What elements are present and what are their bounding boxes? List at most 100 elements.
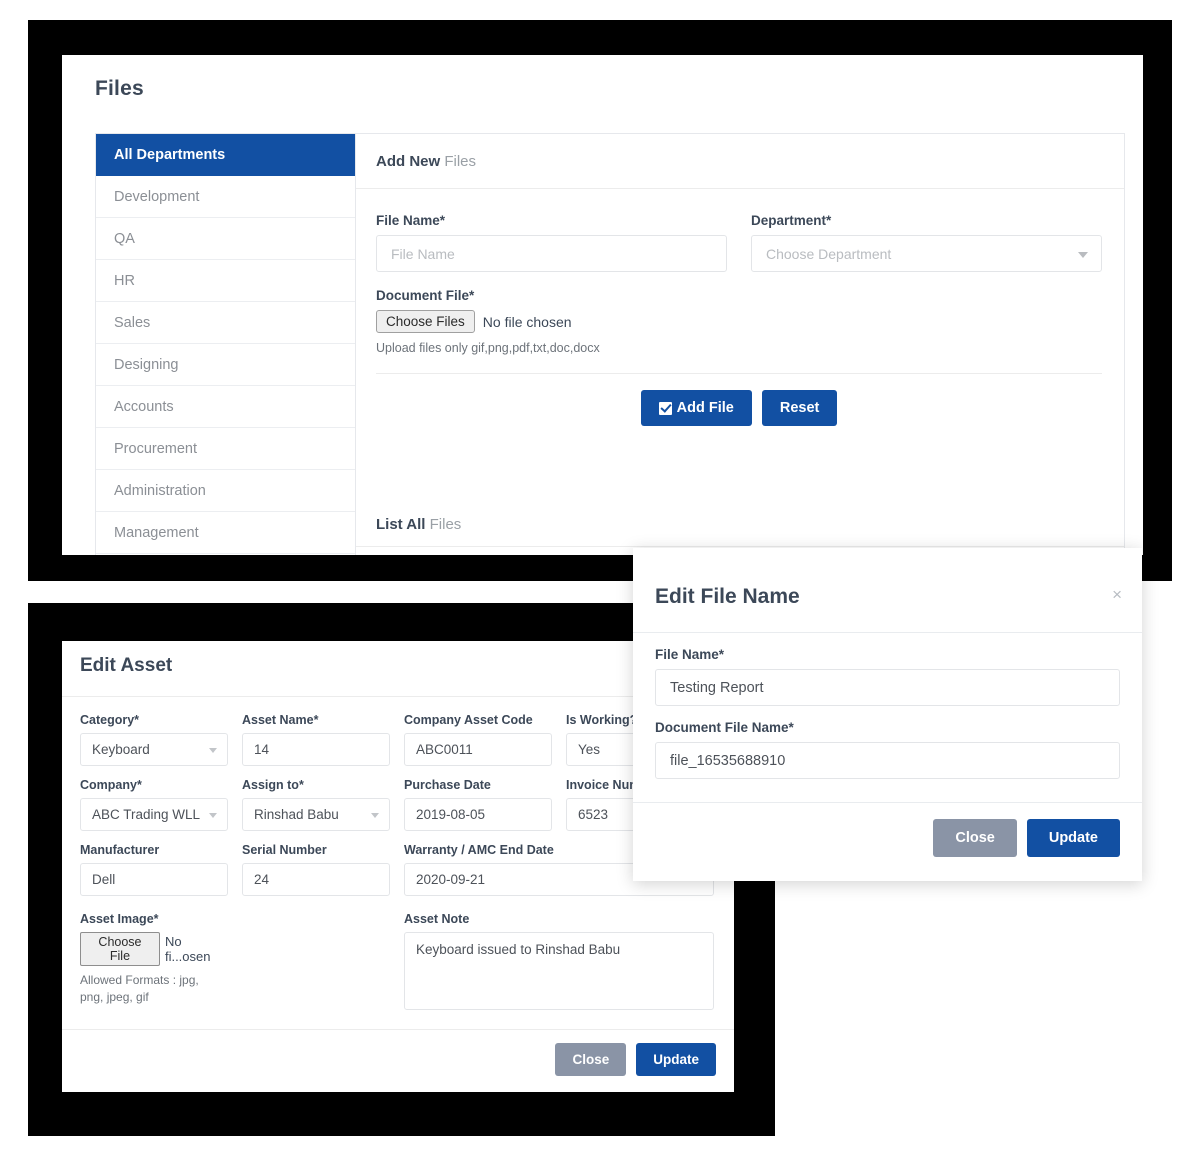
- assign-to-label: Assign to*: [242, 778, 304, 792]
- asset-name-input[interactable]: [242, 733, 390, 766]
- asset-note-textarea[interactable]: Keyboard issued to Rinshad Babu: [404, 932, 714, 1010]
- purchase-date-group: Purchase Date: [404, 778, 552, 831]
- screenshot-stage: Files All Departments Development QA HR …: [0, 0, 1200, 1153]
- modal-body: File Name* Document File Name*: [633, 633, 1142, 793]
- modal-close-button[interactable]: Close: [933, 819, 1017, 857]
- sidebar-item-hr[interactable]: HR: [96, 260, 355, 302]
- file-name-label: File Name*: [376, 213, 446, 228]
- purchase-date-input[interactable]: [404, 798, 552, 831]
- allowed-formats-hint: Allowed Formats : jpg, png, jpeg, gif: [80, 973, 199, 1005]
- edit-asset-actions: Close Update: [555, 1043, 716, 1076]
- modal-file-name-input[interactable]: [655, 669, 1120, 706]
- sidebar-item-designing[interactable]: Designing: [96, 344, 355, 386]
- edit-asset-form: Category* Asset Name* Company Asset Code…: [80, 713, 716, 1027]
- company-group: Company*: [80, 778, 228, 831]
- document-file-label: Document File*: [376, 288, 475, 303]
- listall-rest: Files: [425, 516, 462, 533]
- update-button[interactable]: Update: [636, 1043, 716, 1076]
- list-all-divider: [356, 546, 1124, 547]
- document-file-group: Document File* Choose Files No file chos…: [376, 288, 1102, 355]
- modal-header: Edit File Name ×: [633, 548, 1142, 633]
- sidebar-item-accounts[interactable]: Accounts: [96, 386, 355, 428]
- department-select-wrap: [751, 235, 1102, 272]
- dept-label: Designing: [114, 357, 179, 373]
- assign-to-select[interactable]: [242, 798, 390, 831]
- company-asset-code-input[interactable]: [404, 733, 552, 766]
- sidebar-item-sales[interactable]: Sales: [96, 302, 355, 344]
- manufacturer-input[interactable]: [80, 863, 228, 896]
- sidebar-item-qa[interactable]: QA: [96, 218, 355, 260]
- dept-label: Accounts: [114, 399, 174, 415]
- department-label: Department*: [751, 213, 832, 228]
- department-select[interactable]: [751, 235, 1102, 272]
- files-card: Files All Departments Development QA HR …: [62, 55, 1143, 555]
- company-asset-code-label: Company Asset Code: [404, 713, 533, 727]
- asset-note-label: Asset Note: [404, 912, 470, 926]
- modal-document-file-name-label: Document File Name*: [655, 720, 794, 735]
- add-new-files-heading: Add New Files: [356, 134, 1124, 189]
- modal-actions: Close Update: [933, 819, 1120, 857]
- edit-file-name-modal: Edit File Name × File Name* Document Fil…: [633, 548, 1142, 881]
- listall-bold: List All: [376, 516, 426, 533]
- heading-bold: Add New: [376, 153, 441, 170]
- upload-hint: Upload files only gif,png,pdf,txt,doc,do…: [376, 341, 600, 355]
- department-list: All Departments Development QA HR Sales …: [95, 133, 356, 555]
- category-label: Category*: [80, 713, 140, 727]
- asset-name-group: Asset Name*: [242, 713, 390, 766]
- manufacturer-label: Manufacturer: [80, 843, 160, 857]
- modal-update-button[interactable]: Update: [1026, 819, 1120, 857]
- category-select[interactable]: [80, 733, 228, 766]
- edit-asset-footer-divider: [62, 1029, 734, 1030]
- dept-label: Development: [114, 189, 200, 205]
- asset-image-picker: Choose File No fi...osen: [80, 932, 228, 966]
- no-file-chosen-text: No file chosen: [482, 313, 572, 330]
- chevron-down-icon: [209, 812, 217, 818]
- files-body: All Departments Development QA HR Sales …: [95, 133, 1125, 555]
- manufacturer-group: Manufacturer: [80, 843, 228, 896]
- choose-files-button[interactable]: Choose Files: [376, 310, 475, 333]
- category-select-wrap: [80, 733, 228, 766]
- dept-label: Administration: [114, 483, 206, 499]
- close-icon[interactable]: ×: [1112, 586, 1122, 603]
- serial-number-label: Serial Number: [242, 843, 327, 857]
- sidebar-item-all-departments[interactable]: All Departments: [96, 134, 355, 176]
- dept-label: Procurement: [114, 441, 198, 457]
- add-file-label: Add File: [676, 400, 734, 416]
- add-file-form: File Name* Department* Document F: [356, 189, 1124, 426]
- sidebar-item-procurement[interactable]: Procurement: [96, 428, 355, 470]
- choose-file-button[interactable]: Choose File: [80, 932, 160, 966]
- close-button[interactable]: Close: [555, 1043, 627, 1076]
- file-name-input[interactable]: [376, 235, 727, 272]
- sidebar-item-development[interactable]: Development: [96, 176, 355, 218]
- add-file-button[interactable]: Add File: [640, 390, 752, 426]
- sidebar-item-management[interactable]: Management: [96, 512, 355, 554]
- asset-note-group: Asset Note Keyboard issued to Rinshad Ba…: [404, 912, 714, 1015]
- file-name-group: File Name*: [376, 213, 727, 272]
- company-asset-code-group: Company Asset Code: [404, 713, 552, 766]
- modal-document-file-name-input[interactable]: [655, 742, 1120, 779]
- asset-image-spacer: [242, 912, 390, 1015]
- page-title: Files: [95, 77, 144, 100]
- company-label: Company*: [80, 778, 142, 792]
- dept-label: QA: [114, 231, 135, 247]
- document-file-picker: Choose Files No file chosen: [376, 310, 1102, 333]
- reset-button[interactable]: Reset: [761, 390, 838, 426]
- chevron-down-icon: [371, 812, 379, 818]
- assign-to-select-wrap: [242, 798, 390, 831]
- serial-number-input[interactable]: [242, 863, 390, 896]
- sidebar-item-administration[interactable]: Administration: [96, 470, 355, 512]
- modal-file-name-label: File Name*: [655, 647, 725, 662]
- dept-label: Management: [114, 525, 199, 541]
- heading-rest: Files: [440, 153, 477, 170]
- assign-to-group: Assign to*: [242, 778, 390, 831]
- chevron-down-icon: [209, 747, 217, 753]
- asset-image-label: Asset Image*: [80, 912, 159, 926]
- serial-number-group: Serial Number: [242, 843, 390, 896]
- company-select[interactable]: [80, 798, 228, 831]
- purchase-date-label: Purchase Date: [404, 778, 491, 792]
- form-actions: Add File Reset: [376, 374, 1102, 426]
- add-new-files-panel: Add New Files File Name* Department*: [356, 133, 1125, 555]
- modal-title: Edit File Name: [655, 585, 800, 608]
- modal-footer-divider: [633, 802, 1142, 803]
- checkbox-checked-icon: [658, 401, 672, 415]
